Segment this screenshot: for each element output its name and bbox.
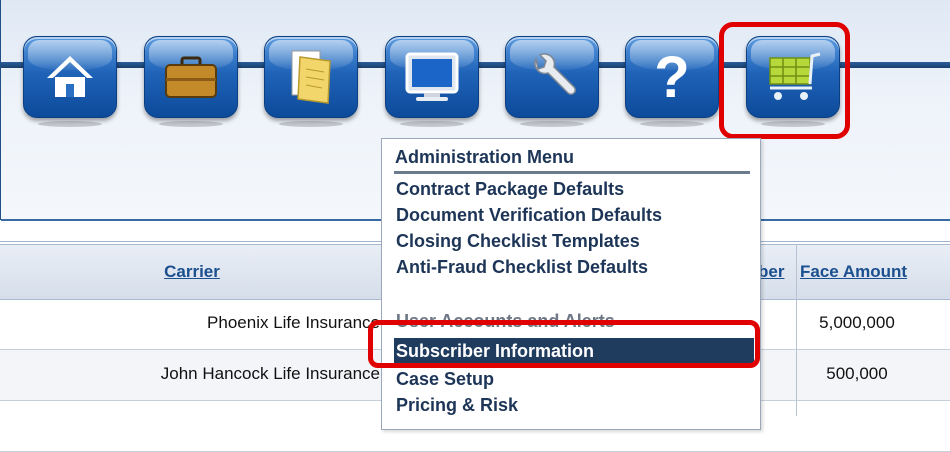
- monitor-icon: [405, 52, 459, 101]
- subscriber-highlight-box: [368, 320, 760, 368]
- question-icon: ?: [654, 47, 689, 107]
- column-divider: [796, 244, 797, 416]
- column-header-carrier[interactable]: Carrier: [0, 262, 384, 282]
- menu-item-pricing-and-risk[interactable]: Pricing & Risk: [394, 392, 754, 418]
- menu-item-case-setup[interactable]: Case Setup: [394, 366, 754, 392]
- menu-item-document-verification-defaults[interactable]: Document Verification Defaults: [394, 202, 754, 228]
- menu-divider: [394, 171, 750, 174]
- cell-carrier: John Hancock Life Insurance: [160, 364, 380, 383]
- column-header-number[interactable]: ber: [758, 262, 784, 282]
- documents-button[interactable]: [264, 36, 358, 127]
- menu-title: Administration Menu: [395, 147, 574, 167]
- svg-text:?: ?: [654, 47, 689, 107]
- home-button[interactable]: [23, 36, 117, 127]
- tools-button[interactable]: [505, 36, 599, 127]
- administration-menu: Administration Menu Contract Package Def…: [381, 138, 761, 430]
- menu-item-closing-checklist-templates[interactable]: Closing Checklist Templates: [394, 228, 754, 254]
- column-header-face-amount[interactable]: Face Amount: [800, 262, 907, 282]
- cell-carrier: Phoenix Life Insurance: [207, 313, 380, 332]
- briefcase-icon: [165, 56, 217, 98]
- help-button[interactable]: ?: [625, 36, 719, 127]
- wrench-icon: [534, 53, 576, 95]
- home-icon: [47, 56, 93, 97]
- menu-item-contract-package-defaults[interactable]: Contract Package Defaults: [394, 176, 754, 202]
- menu-item-anti-fraud-checklist-defaults[interactable]: Anti-Fraud Checklist Defaults: [394, 254, 754, 280]
- documents-icon: [291, 50, 331, 104]
- cell-face-amount: 5,000,000: [819, 313, 895, 332]
- cart-highlight-box: [719, 22, 850, 139]
- cell-face-amount: 500,000: [826, 364, 888, 383]
- monitor-button[interactable]: [385, 36, 479, 127]
- briefcase-button[interactable]: [144, 36, 238, 127]
